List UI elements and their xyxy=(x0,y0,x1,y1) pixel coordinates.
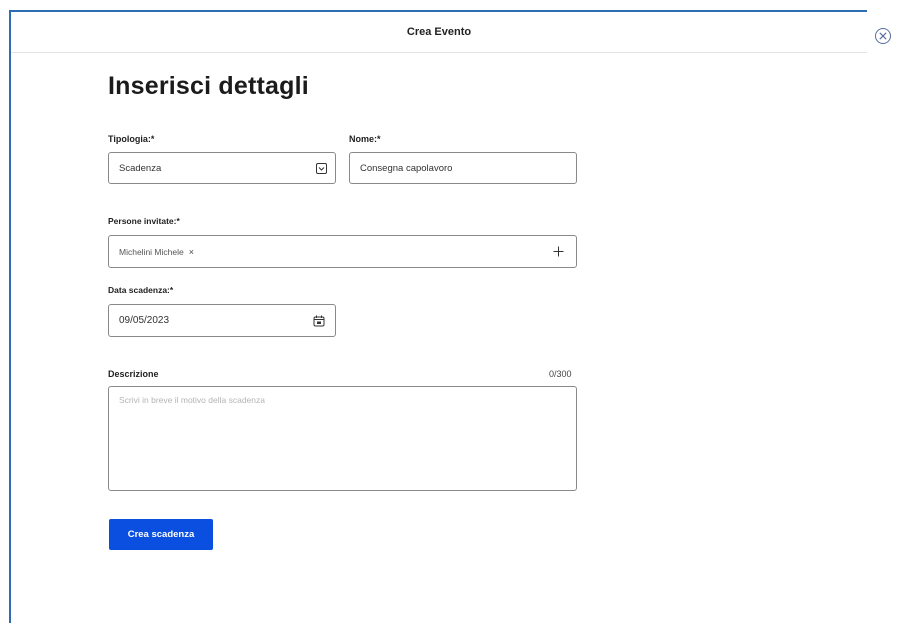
persone-field[interactable]: Michelini Michele × xyxy=(108,235,577,268)
tipologia-value: Scadenza xyxy=(119,162,162,174)
descrizione-textarea[interactable] xyxy=(108,386,577,491)
nome-value: Consegna capolavoro xyxy=(360,162,453,174)
tipologia-select[interactable]: Scadenza xyxy=(108,152,336,184)
descrizione-label: Descrizione xyxy=(108,369,159,379)
modal-title: Crea Evento xyxy=(406,26,472,38)
plus-icon[interactable] xyxy=(553,246,564,257)
crea-scadenza-button[interactable]: Crea scadenza xyxy=(109,519,213,550)
tipologia-label: Tipologia:* xyxy=(108,134,155,144)
nome-label: Nome:* xyxy=(349,134,381,144)
invitee-chip-label: Michelini Michele xyxy=(119,246,184,257)
chevron-down-icon[interactable] xyxy=(316,162,327,174)
data-label: Data scadenza:* xyxy=(108,285,174,295)
persone-label: Persone invitate:* xyxy=(108,216,180,226)
invitee-chip: Michelini Michele × xyxy=(119,247,194,257)
close-icon xyxy=(879,32,887,40)
data-scadenza-value: 09/05/2023 xyxy=(119,315,170,326)
nome-field[interactable]: Consegna capolavoro xyxy=(349,152,577,184)
data-scadenza-field[interactable]: 09/05/2023 xyxy=(108,304,336,337)
modal-header: Crea Evento xyxy=(11,12,867,53)
remove-chip-icon[interactable]: × xyxy=(189,247,194,257)
close-button[interactable] xyxy=(875,28,891,44)
char-counter: 0/300 xyxy=(549,369,572,379)
calendar-icon[interactable] xyxy=(313,315,325,327)
page-title: Inserisci dettagli xyxy=(108,72,309,100)
